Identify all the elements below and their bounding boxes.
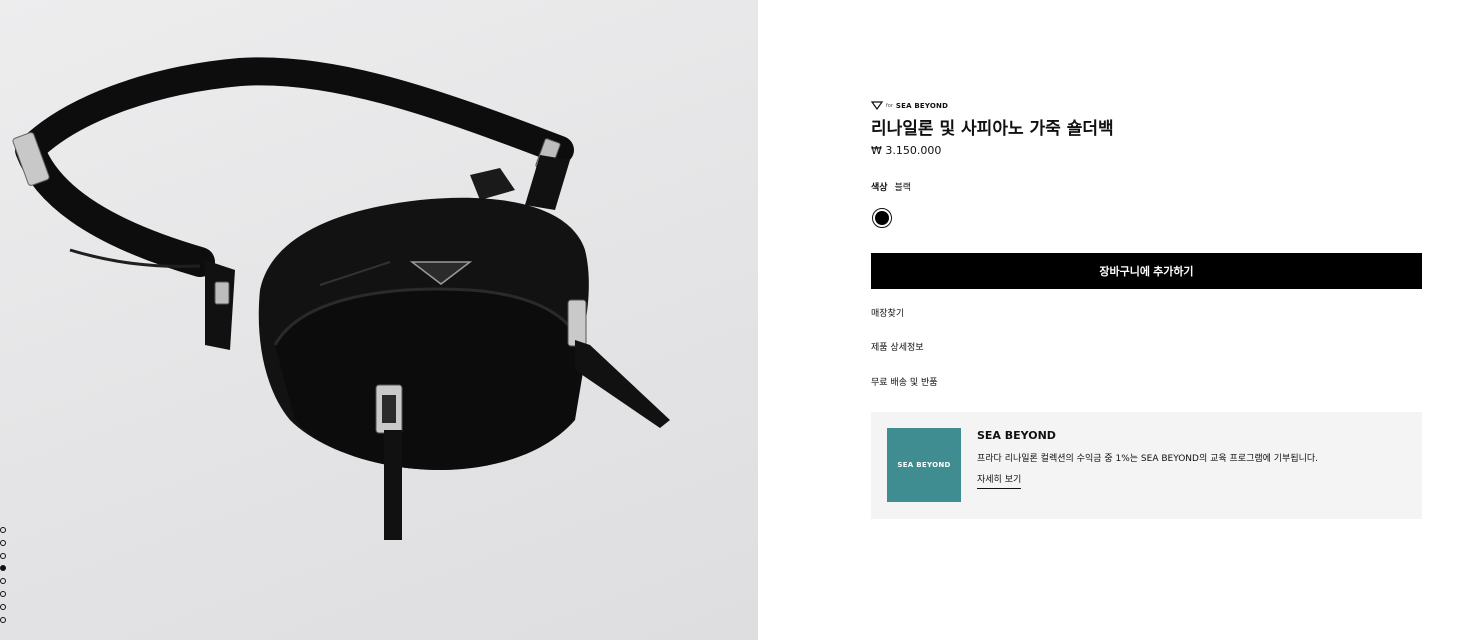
brand-for-text: for [886,102,893,109]
promo-title: SEA BEYOND [977,429,1056,442]
brand-line: for SEA BEYOND [871,100,948,111]
prada-triangle-icon [871,101,883,110]
color-selection-label: 색상 블랙 [871,180,911,193]
color-swatch-black[interactable] [872,208,892,228]
gallery-pagination [0,527,8,629]
product-title: 리나일론 및 사피아노 가죽 숄더백 [871,119,1114,139]
gallery-dot[interactable] [0,552,6,559]
swatch-fill [875,211,889,225]
product-price: ₩ 3.150.000 [871,144,942,157]
gallery-dot[interactable] [0,616,6,623]
gallery-dot[interactable] [0,539,6,546]
color-label: 색상 [871,183,888,193]
product-image-gallery[interactable] [0,0,758,640]
brand-name: SEA BEYOND [895,101,949,110]
color-value: 블랙 [894,183,911,193]
learn-more-link[interactable]: 자세히 보기 [977,472,1022,489]
gallery-dot[interactable] [0,565,6,572]
product-image [12,57,670,540]
gallery-dot[interactable] [0,603,6,610]
shipping-returns-link[interactable]: 무료 배송 및 반품 [871,375,938,388]
sea-beyond-image-text: SEA BEYOND [897,461,951,469]
add-to-cart-button[interactable]: 장바구니에 추가하기 [871,253,1422,289]
gallery-dot[interactable] [0,578,6,585]
sea-beyond-promo: SEA BEYOND SEA BEYOND 프라다 리나일론 컬렉션의 수익금 … [871,412,1422,519]
gallery-dot[interactable] [0,527,6,533]
sea-beyond-image: SEA BEYOND [887,428,961,502]
product-details-link[interactable]: 제품 상세정보 [871,340,924,353]
gallery-dot[interactable] [0,590,6,597]
promo-text: 프라다 리나일론 컬렉션의 수익금 중 1%는 SEA BEYOND의 교육 프… [977,454,1319,464]
store-locator-link[interactable]: 매장찾기 [871,306,904,319]
